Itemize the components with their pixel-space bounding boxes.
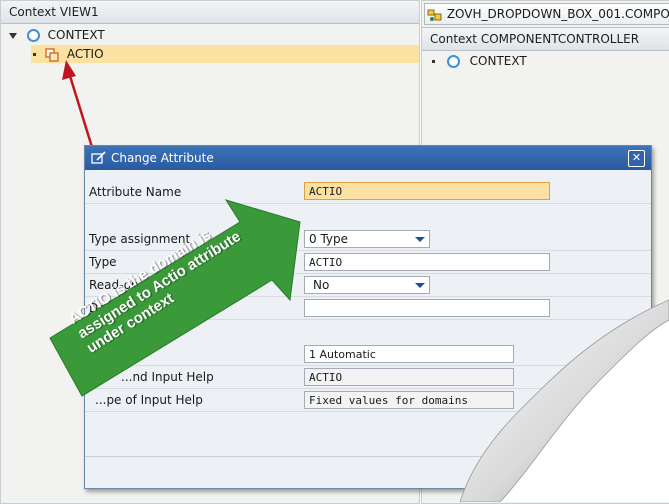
- callout-arrow-shape: [49, 199, 301, 397]
